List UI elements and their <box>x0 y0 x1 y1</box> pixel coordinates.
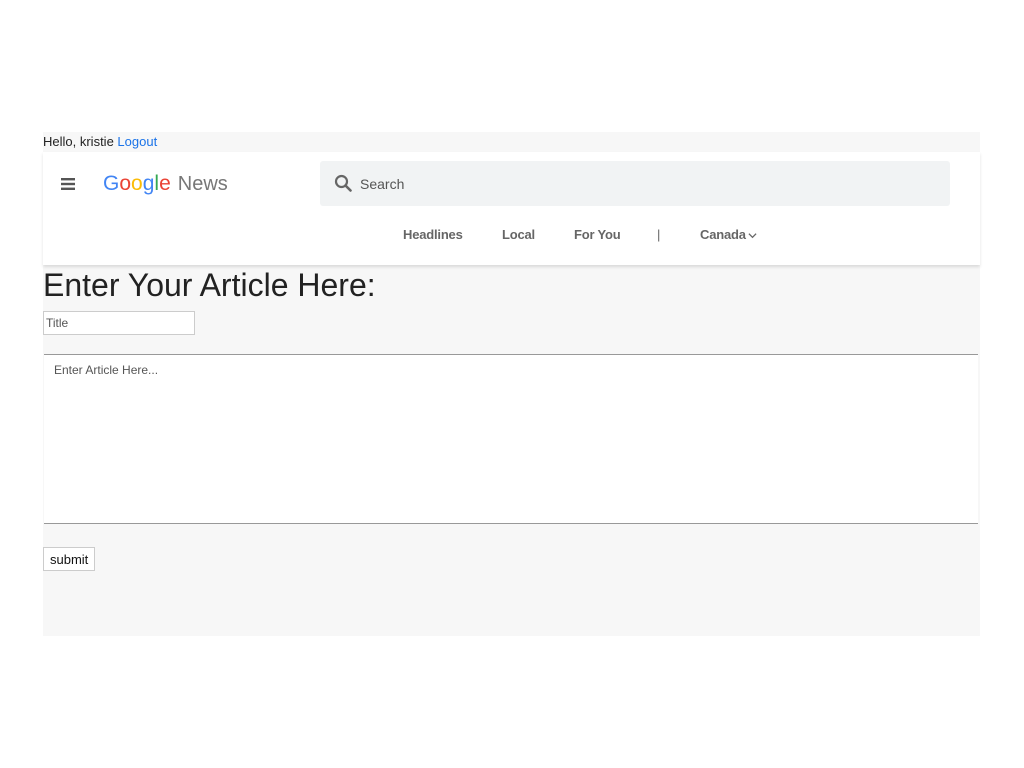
submit-button[interactable]: submit <box>43 547 96 571</box>
page-container: Hello, kristie Logout Google News Headlin… <box>43 132 980 636</box>
logo-news: News <box>177 173 228 195</box>
google-news-logo[interactable]: Google News <box>103 170 228 198</box>
article-editor: Enter Your Article Here: submit <box>43 265 980 636</box>
search-icon[interactable] <box>334 174 352 192</box>
page-title: Enter Your Article Here: <box>43 267 376 303</box>
hamburger-menu-icon[interactable] <box>61 178 75 190</box>
chevron-down-icon <box>748 233 757 239</box>
nav-item-for-you[interactable]: For You <box>574 227 621 242</box>
nav-separator: | <box>657 227 661 242</box>
header: Google News Headlines Local For You | Can… <box>43 152 980 265</box>
nav-item-region[interactable]: Canada <box>700 227 757 242</box>
search-box[interactable] <box>320 161 950 206</box>
nav-item-headlines[interactable]: Headlines <box>403 227 463 242</box>
nav-item-local[interactable]: Local <box>502 227 535 242</box>
region-label: Canada <box>700 227 746 242</box>
search-input[interactable] <box>360 161 940 206</box>
nav-bar: Headlines Local For You | Canada <box>43 227 980 247</box>
user-bar: Hello, kristie Logout <box>43 132 980 152</box>
article-textarea[interactable] <box>44 354 978 524</box>
logo-letter: G <box>103 172 120 195</box>
logo-google: Google <box>103 172 171 195</box>
greeting-text: Hello, kristie <box>43 134 114 149</box>
logo-letter: e <box>159 172 171 195</box>
title-input[interactable] <box>43 311 195 335</box>
logo-letter: o <box>119 172 132 195</box>
logo-letter: g <box>142 172 155 195</box>
logo-letter: o <box>131 172 143 195</box>
logout-link[interactable]: Logout <box>117 134 157 149</box>
